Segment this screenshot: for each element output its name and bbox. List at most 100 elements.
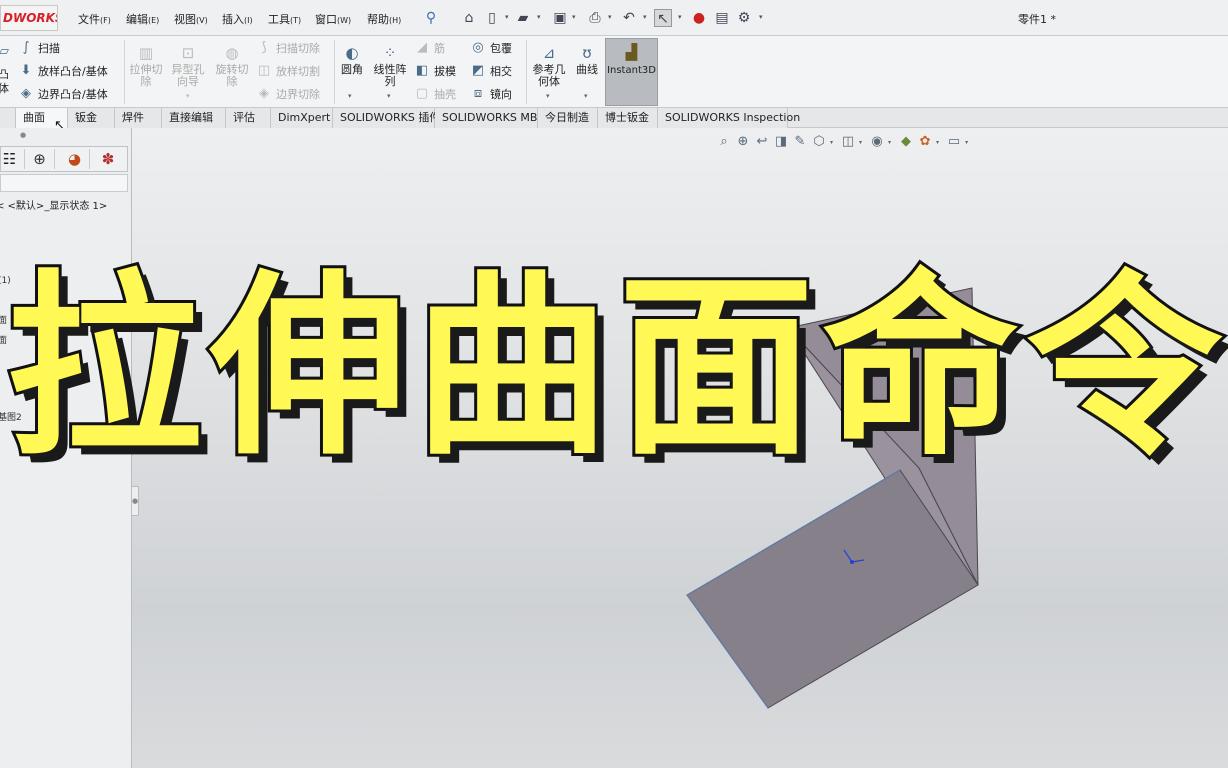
- tab-evaluate[interactable]: 评估: [226, 108, 271, 128]
- dynamic-annotation-icon[interactable]: ✎: [792, 134, 808, 150]
- tab-solidworks-addins[interactable]: SOLIDWORKS 插件: [333, 108, 440, 128]
- tab-today-manufacturing[interactable]: 今日制造: [538, 108, 598, 128]
- chevron-down-icon[interactable]: ▾: [186, 92, 190, 100]
- title-char: 面: [615, 251, 817, 485]
- tab-solidworks-mbd[interactable]: SOLIDWORKS MBD: [435, 108, 546, 128]
- open-icon[interactable]: ▰: [514, 9, 532, 27]
- chevron-down-icon[interactable]: ▾: [936, 139, 939, 146]
- chevron-down-icon[interactable]: ▾: [830, 139, 833, 146]
- feature-tree-filter[interactable]: [0, 174, 128, 192]
- menu-window[interactable]: 窗口(W): [315, 11, 351, 27]
- tree-config-header[interactable]: < <默认>_显示状态 1>: [0, 197, 107, 212]
- tab-sheet-metal[interactable]: 钣金: [68, 108, 115, 128]
- sweep-button[interactable]: ∫ 扫描: [18, 40, 60, 56]
- reference-geometry-button[interactable]: ⊿ 参考几 何体: [530, 44, 568, 88]
- curves-button[interactable]: ʊ 曲线: [572, 44, 602, 76]
- tab-dimxpert[interactable]: DimXpert: [271, 108, 333, 128]
- apply-scene-icon[interactable]: ✿: [917, 134, 933, 150]
- chevron-down-icon[interactable]: ▾: [859, 139, 862, 146]
- wrap-button[interactable]: ◎ 包覆: [470, 40, 512, 56]
- display-manager-icon[interactable]: ◕: [60, 149, 90, 169]
- rib-button[interactable]: ◢ 筋: [414, 40, 445, 56]
- previous-view-icon[interactable]: ↩: [754, 134, 770, 150]
- print-icon[interactable]: ⎙: [586, 9, 604, 27]
- panel-resize-handle[interactable]: ●: [131, 486, 139, 516]
- sweep-cut-button[interactable]: ⟆ 扫描切除: [256, 40, 320, 56]
- loft-cut-button[interactable]: ◫ 放样切割: [256, 63, 320, 79]
- instant3d-button[interactable]: ▟ Instant3D: [605, 38, 658, 106]
- hole-wizard-button[interactable]: ⊡ 异型孔 向导: [170, 44, 206, 88]
- linear-pattern-button[interactable]: ⁘ 线性阵列: [370, 44, 410, 88]
- linear-pattern-icon: ⁘: [383, 44, 397, 62]
- appearance-icon[interactable]: ✽: [93, 149, 123, 169]
- chevron-down-icon[interactable]: ▾: [608, 13, 612, 21]
- rib-icon: ◢: [417, 40, 427, 55]
- heads-up-view-toolbar: ⌕ ⊕ ↩ ◨ ✎ ⬡ ▾ ◫ ▾ ◉ ▾ ◆ ✿ ▾ ▭ ▾: [716, 132, 972, 152]
- menu-help[interactable]: 帮助(H): [367, 11, 401, 27]
- tab-solidworks-inspection[interactable]: SOLIDWORKS Inspection: [658, 108, 800, 128]
- divider: [334, 40, 335, 104]
- tab-direct-editing[interactable]: 直接编辑: [162, 108, 226, 128]
- edit-appearance-icon[interactable]: ◆: [898, 134, 914, 150]
- chevron-down-icon[interactable]: ▾: [505, 13, 509, 21]
- chevron-down-icon[interactable]: ▾: [965, 139, 968, 146]
- chevron-down-icon[interactable]: ▾: [387, 92, 391, 100]
- chevron-down-icon[interactable]: ▾: [537, 13, 541, 21]
- mirror-icon: ⧈: [473, 86, 483, 101]
- options-icon[interactable]: ⚙: [735, 9, 753, 27]
- menu-file[interactable]: 文件(F): [78, 11, 111, 27]
- tab-features[interactable]: [0, 108, 16, 128]
- file-properties-icon[interactable]: ▤: [713, 9, 731, 27]
- display-style-icon[interactable]: ◫: [840, 134, 856, 150]
- tab-doctor-sheet-metal[interactable]: 博士钣金: [598, 108, 658, 128]
- chevron-down-icon[interactable]: ▾: [348, 92, 352, 100]
- overlay-title: 拉 伸 曲 面 命 令: [3, 251, 1228, 485]
- chevron-down-icon[interactable]: ▾: [888, 139, 891, 146]
- view-settings-icon[interactable]: ▭: [946, 134, 962, 150]
- property-manager-icon[interactable]: ☷: [0, 149, 25, 169]
- menu-view[interactable]: 视图(V): [174, 11, 208, 27]
- chevron-down-icon[interactable]: ▾: [759, 13, 763, 21]
- menu-tools[interactable]: 工具(T): [268, 11, 301, 27]
- save-icon[interactable]: ▣: [551, 9, 569, 27]
- zoom-to-fit-icon[interactable]: ⌕: [716, 134, 732, 150]
- view-orientation-icon[interactable]: ⬡: [811, 134, 827, 150]
- fillet-button[interactable]: ◐ 圆角: [338, 44, 366, 76]
- title-char: 拉: [3, 251, 205, 485]
- draft-button[interactable]: ◧ 拔模: [414, 63, 456, 79]
- zoom-area-icon[interactable]: ⊕: [735, 134, 751, 150]
- hide-show-icon[interactable]: ◉: [869, 134, 885, 150]
- menu-insert[interactable]: 插入(I): [222, 11, 253, 27]
- revolve-cut-button[interactable]: ◍ 旋转切除: [212, 44, 252, 88]
- solidworks-logo[interactable]: DWORKS: [0, 5, 58, 31]
- tab-weldments[interactable]: 焊件: [115, 108, 162, 128]
- chevron-down-icon[interactable]: ▾: [546, 92, 550, 100]
- extrude-cut-button[interactable]: ▥ 拉伸切除: [128, 44, 164, 88]
- chevron-down-icon[interactable]: ▾: [678, 13, 682, 21]
- pin-icon[interactable]: ⚲: [422, 9, 440, 27]
- chevron-down-icon[interactable]: ▾: [584, 92, 588, 100]
- boundary-cut-button[interactable]: ◈ 边界切除: [256, 86, 320, 102]
- menu-edit[interactable]: 编辑(E): [126, 11, 159, 27]
- boundary-boss-button[interactable]: ◈ 边界凸台/基体: [18, 86, 108, 102]
- boss-extrude-button[interactable]: ▱: [0, 44, 12, 60]
- shell-button[interactable]: ▢ 抽壳: [414, 86, 456, 102]
- chevron-down-icon[interactable]: ▾: [572, 13, 576, 21]
- section-view-icon[interactable]: ◨: [773, 134, 789, 150]
- undo-icon[interactable]: ↶: [620, 9, 638, 27]
- traffic-light-icon[interactable]: ●: [690, 9, 708, 27]
- boundary-icon: ◈: [21, 86, 31, 101]
- new-document-icon[interactable]: ▯: [483, 9, 501, 27]
- home-icon[interactable]: ⌂: [460, 9, 478, 27]
- instant3d-icon: ▟: [625, 43, 638, 61]
- curves-icon: ʊ: [582, 44, 592, 62]
- panel-grip-icon[interactable]: ●: [20, 131, 26, 139]
- intersect-button[interactable]: ◩ 相交: [470, 63, 512, 79]
- mirror-button[interactable]: ⧈ 镜向: [470, 86, 512, 102]
- chevron-down-icon[interactable]: ▾: [643, 13, 647, 21]
- loft-boss-button[interactable]: ⬇ 放样凸台/基体: [18, 63, 108, 79]
- dimxpert-icon[interactable]: ⊕: [25, 149, 55, 169]
- title-char: 令: [1023, 251, 1225, 485]
- command-manager-ribbon: ▱ 凸 体 ∫ 扫描 ⬇ 放样凸台/基体 ◈ 边界凸台/基体 ▥ 拉伸切除 ⊡ 异型孔 向导…: [0, 36, 1228, 108]
- select-icon[interactable]: ↖: [654, 9, 672, 27]
